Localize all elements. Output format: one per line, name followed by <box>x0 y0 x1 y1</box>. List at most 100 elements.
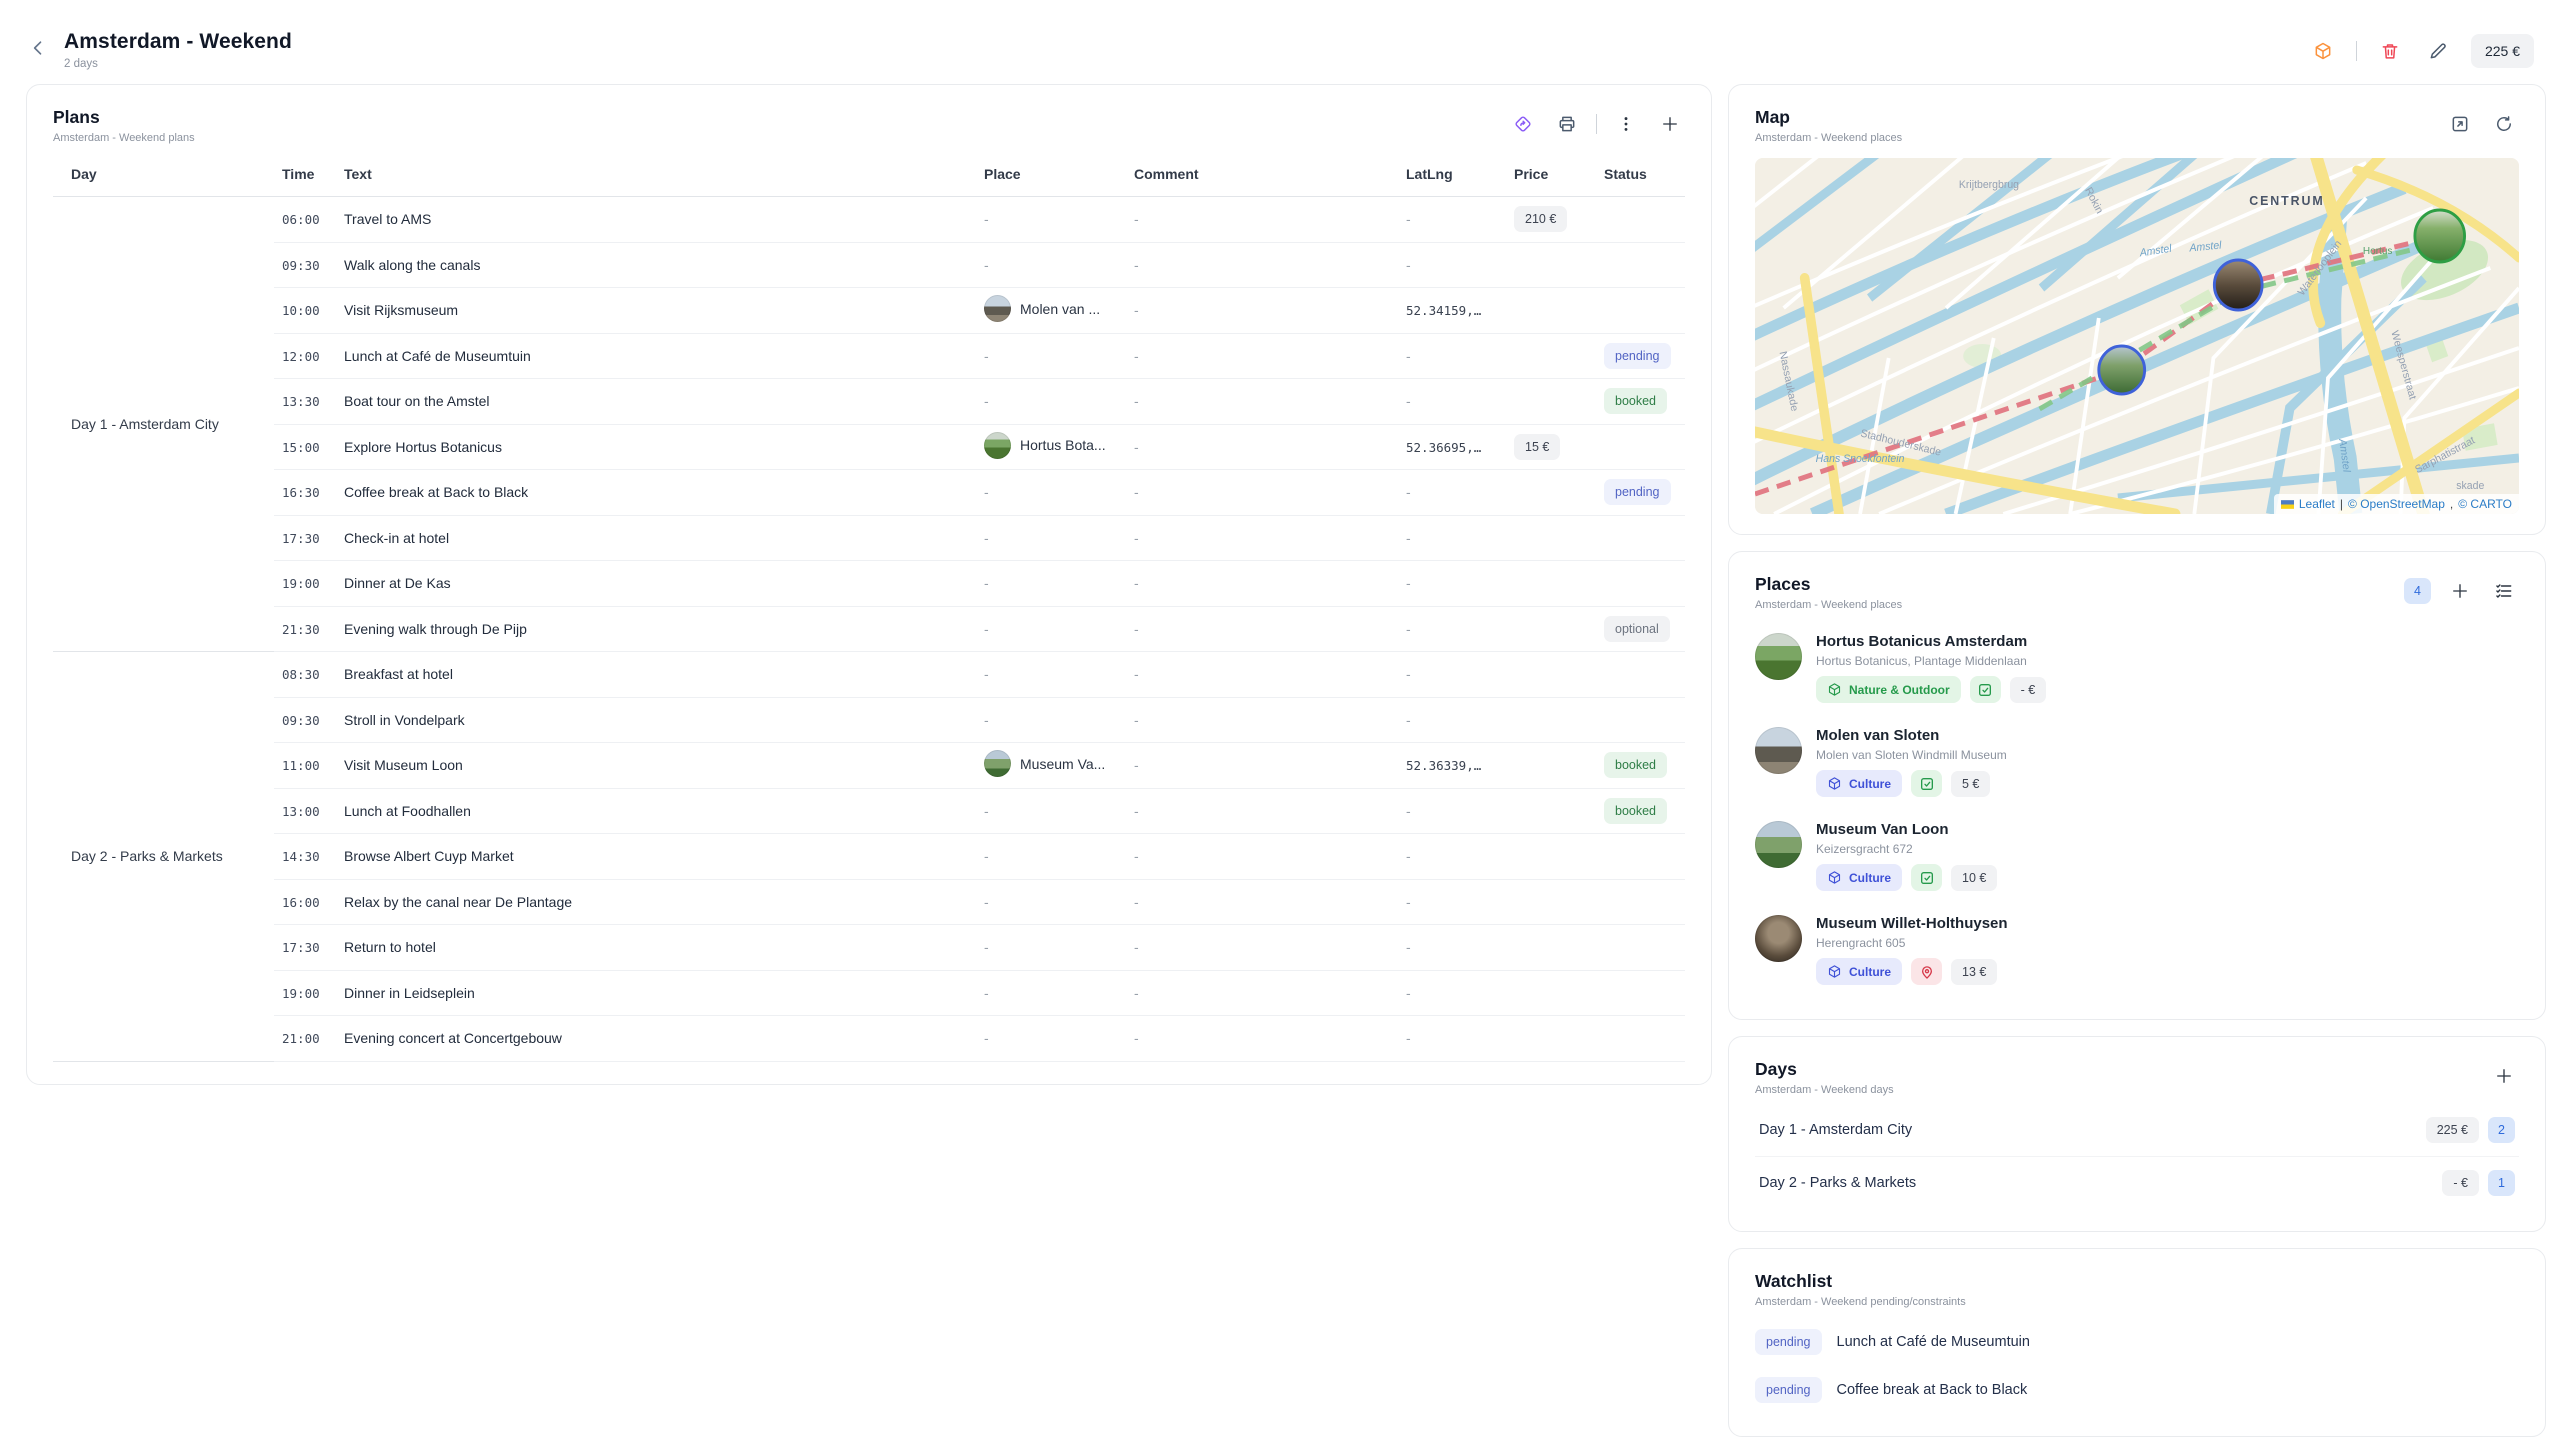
category-badge: Culture <box>1816 958 1902 985</box>
col-price: Price <box>1506 158 1596 197</box>
plan-time: 09:30 <box>282 713 320 728</box>
leaflet-map[interactable]: KrijtbergbrugRokinAmstelAmstelCENTRUMWat… <box>1755 158 2519 514</box>
plan-latlng: 52.36695,… <box>1406 440 1481 455</box>
plan-row[interactable]: 10:00Visit RijksmuseumMolen van ...-52.3… <box>53 288 1685 334</box>
add-plan-button[interactable] <box>1655 109 1685 139</box>
place-item[interactable]: Molen van Sloten Molen van Sloten Windmi… <box>1755 715 2519 809</box>
plan-price-badge: 15 € <box>1514 434 1560 460</box>
plan-row[interactable]: 16:00Relax by the canal near De Plantage… <box>53 879 1685 925</box>
plans-menu-button[interactable] <box>1611 109 1641 139</box>
osm-link[interactable]: © OpenStreetMap <box>2348 497 2445 511</box>
plan-row[interactable]: 17:30Check-in at hotel--- <box>53 515 1685 561</box>
topbar: Amsterdam - Weekend 2 days 225 € <box>0 0 2560 84</box>
plan-comment: - <box>1134 757 1139 773</box>
plan-latlng: - <box>1406 1030 1411 1046</box>
place-item[interactable]: Museum Willet-Holthuysen Herengracht 605… <box>1755 903 2519 997</box>
plan-place: - <box>984 484 989 500</box>
leaflet-link[interactable]: Leaflet <box>2299 497 2335 511</box>
plan-row[interactable]: 13:30Boat tour on the Amstel---booked <box>53 379 1685 425</box>
day-price-badge: - € <box>2442 1170 2479 1196</box>
plan-row[interactable]: 17:30Return to hotel--- <box>53 925 1685 971</box>
map-marker-hortus-botanicus[interactable] <box>2415 210 2465 262</box>
plus-icon <box>2450 581 2470 601</box>
delete-trip-button[interactable] <box>2375 36 2405 66</box>
day-row[interactable]: Day 2 - Parks & Markets - € 1 <box>1755 1157 2519 1209</box>
plan-place: - <box>984 712 989 728</box>
place-item[interactable]: Museum Van Loon Keizersgracht 672 Cultur… <box>1755 809 2519 903</box>
category-badge: Nature & Outdoor <box>1816 676 1961 703</box>
plan-comment: - <box>1134 621 1139 637</box>
plan-row[interactable]: 09:30Walk along the canals--- <box>53 242 1685 288</box>
route-optimize-button[interactable] <box>1508 109 1538 139</box>
map-title: Map <box>1755 107 1902 128</box>
plan-row[interactable]: Day 1 - Amsterdam City06:00Travel to AMS… <box>53 197 1685 243</box>
plan-row[interactable]: 19:00Dinner at De Kas--- <box>53 561 1685 607</box>
plan-row[interactable]: 11:00Visit Museum LoonMuseum Va...-52.36… <box>53 743 1685 789</box>
plan-place: - <box>984 803 989 819</box>
watchlist-item[interactable]: pending Lunch at Café de Museumtuin <box>1755 1318 2519 1366</box>
map-marker-museum-van-loon[interactable] <box>2099 346 2145 394</box>
edit-trip-button[interactable] <box>2423 36 2453 66</box>
plan-row[interactable]: 16:30Coffee break at Back to Black---pen… <box>53 470 1685 516</box>
divider <box>2356 41 2357 61</box>
plan-text: Check-in at hotel <box>344 530 449 546</box>
plan-place: - <box>984 348 989 364</box>
plan-text: Evening walk through De Pijp <box>344 621 527 637</box>
plan-row[interactable]: 21:30Evening walk through De Pijp---opti… <box>53 606 1685 652</box>
map-label: Hortus <box>2363 246 2393 257</box>
plan-row[interactable]: 14:30Browse Albert Cuyp Market--- <box>53 834 1685 880</box>
plan-latlng: - <box>1406 211 1411 227</box>
cube-icon <box>1827 964 1842 979</box>
plan-row[interactable]: 15:00Explore Hortus BotanicusHortus Bota… <box>53 424 1685 470</box>
watchlist-item[interactable]: pending Coffee break at Back to Black <box>1755 1366 2519 1414</box>
print-button[interactable] <box>1552 109 1582 139</box>
add-place-button[interactable] <box>2445 576 2475 606</box>
add-day-button[interactable] <box>2489 1061 2519 1091</box>
plan-comment: - <box>1134 484 1139 500</box>
attribution-separator: | <box>2340 497 2343 511</box>
category-badge: Culture <box>1816 864 1902 891</box>
day-label: Day 2 - Parks & Markets <box>1759 1175 1916 1191</box>
plan-row[interactable]: 19:00Dinner in Leidseplein--- <box>53 970 1685 1016</box>
plan-time: 16:00 <box>282 895 320 910</box>
carto-link[interactable]: © CARTO <box>2458 497 2512 511</box>
plan-text: Browse Albert Cuyp Market <box>344 848 514 864</box>
watchlist-items: pending Lunch at Café de Museumtuin pend… <box>1755 1318 2519 1414</box>
visited-check-badge <box>1970 676 2001 703</box>
plan-latlng: - <box>1406 484 1411 500</box>
places-list-view-button[interactable] <box>2489 576 2519 606</box>
map-fullscreen-button[interactable] <box>2445 109 2475 139</box>
divider <box>1596 114 1597 134</box>
plan-place: - <box>984 530 989 546</box>
cube-icon <box>2313 41 2333 61</box>
plan-latlng: - <box>1406 712 1411 728</box>
plan-time: 13:00 <box>282 804 320 819</box>
plan-comment: - <box>1134 530 1139 546</box>
map-refresh-button[interactable] <box>2489 109 2519 139</box>
day-group-label: Day 1 - Amsterdam City <box>53 197 274 652</box>
plan-row[interactable]: 09:30Stroll in Vondelpark--- <box>53 697 1685 743</box>
checklist-icon <box>2494 581 2514 601</box>
map-pin-badge <box>1911 958 1942 985</box>
plan-time: 13:30 <box>282 394 320 409</box>
map-label: skade <box>2456 480 2484 492</box>
watchlist-subtitle: Amsterdam - Weekend pending/constraints <box>1755 1296 1966 1308</box>
place-avatar <box>984 432 1011 459</box>
plan-row[interactable]: 12:00Lunch at Café de Museumtuin---pendi… <box>53 333 1685 379</box>
plan-latlng: 52.36339,… <box>1406 758 1481 773</box>
plan-row[interactable]: Day 2 - Parks & Markets08:30Breakfast at… <box>53 652 1685 698</box>
package-button[interactable] <box>2308 36 2338 66</box>
col-status: Status <box>1596 158 1685 197</box>
chevron-left-icon <box>28 38 48 58</box>
map-marker-museum-willet-holthuysen[interactable] <box>2214 260 2262 310</box>
plan-row[interactable]: 21:00Evening concert at Concertgebouw--- <box>53 1016 1685 1062</box>
plan-latlng: - <box>1406 257 1411 273</box>
back-button[interactable] <box>26 34 50 62</box>
plan-place: - <box>984 257 989 273</box>
place-avatar <box>984 750 1011 777</box>
plan-text: Visit Museum Loon <box>344 757 463 773</box>
day-row[interactable]: Day 1 - Amsterdam City 225 € 2 <box>1755 1104 2519 1157</box>
plan-row[interactable]: 13:00Lunch at Foodhallen---booked <box>53 788 1685 834</box>
place-item[interactable]: Hortus Botanicus Amsterdam Hortus Botani… <box>1755 621 2519 715</box>
plan-latlng: - <box>1406 348 1411 364</box>
